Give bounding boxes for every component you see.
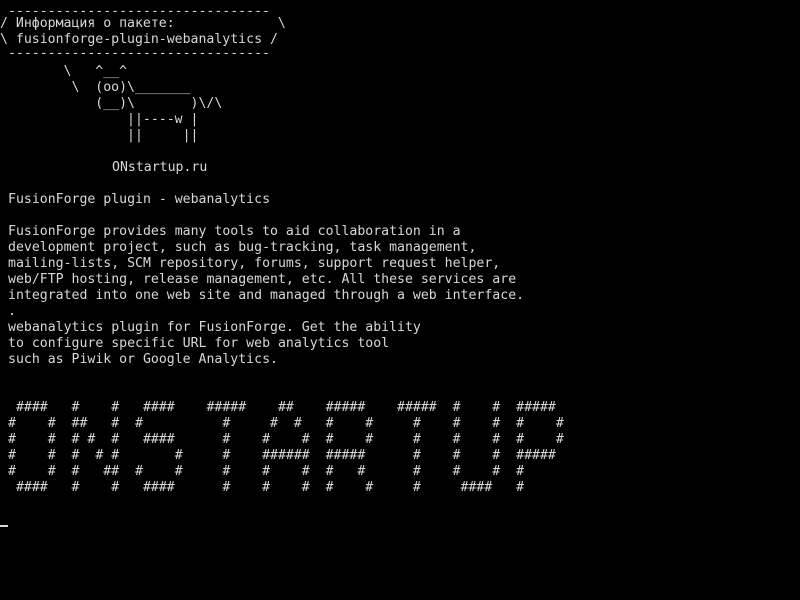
terminal-cursor[interactable] bbox=[0, 525, 8, 527]
cow-art-line: || || bbox=[0, 128, 199, 143]
description-line: . bbox=[8, 304, 16, 319]
description-line: web/FTP hosting, release management, etc… bbox=[8, 272, 517, 287]
cow-art-line: \ ^__^ bbox=[0, 64, 128, 79]
banner-line: # # # ## # # # # # # # # # # # bbox=[8, 464, 525, 479]
description-line: to configure specific URL for web analyt… bbox=[8, 336, 390, 351]
site-name: ONstartup.ru bbox=[112, 160, 208, 175]
terminal-screen: --------------------------------- / Инфо… bbox=[0, 0, 800, 600]
banner-line: # # ## # # # # # # # # # # # # bbox=[8, 416, 564, 431]
description-line: mailing-lists, SCM repository, forums, s… bbox=[8, 256, 501, 271]
banner-line: #### # # #### ##### ## ##### ##### # # #… bbox=[8, 400, 556, 415]
banner-line: #### # # #### # # # # # # #### # bbox=[8, 480, 525, 495]
package-title: FusionForge plugin - webanalytics bbox=[8, 192, 271, 207]
banner-line: # # # # # # # ###### ##### # # # ##### bbox=[8, 448, 556, 463]
cowsay-bottom-border: --------------------------------- bbox=[0, 46, 270, 61]
description-line: such as Piwik or Google Analytics. bbox=[8, 352, 278, 367]
description-line: FusionForge provides many tools to aid c… bbox=[8, 224, 461, 239]
banner-line: # # # # # #### # # # # # # # # # # bbox=[8, 432, 564, 447]
cow-art-line: (__)\ )\/\ bbox=[0, 96, 223, 111]
description-line: webanalytics plugin for FusionForge. Get… bbox=[8, 320, 421, 335]
cow-art-line: \ (oo)\_______ bbox=[0, 80, 191, 95]
cow-art-line: ||----w | bbox=[0, 112, 199, 127]
description-line: integrated into one web site and managed… bbox=[8, 288, 525, 303]
description-line: development project, such as bug-trackin… bbox=[8, 240, 477, 255]
cowsay-title-line: / Информация о пакете: \ bbox=[0, 16, 286, 31]
